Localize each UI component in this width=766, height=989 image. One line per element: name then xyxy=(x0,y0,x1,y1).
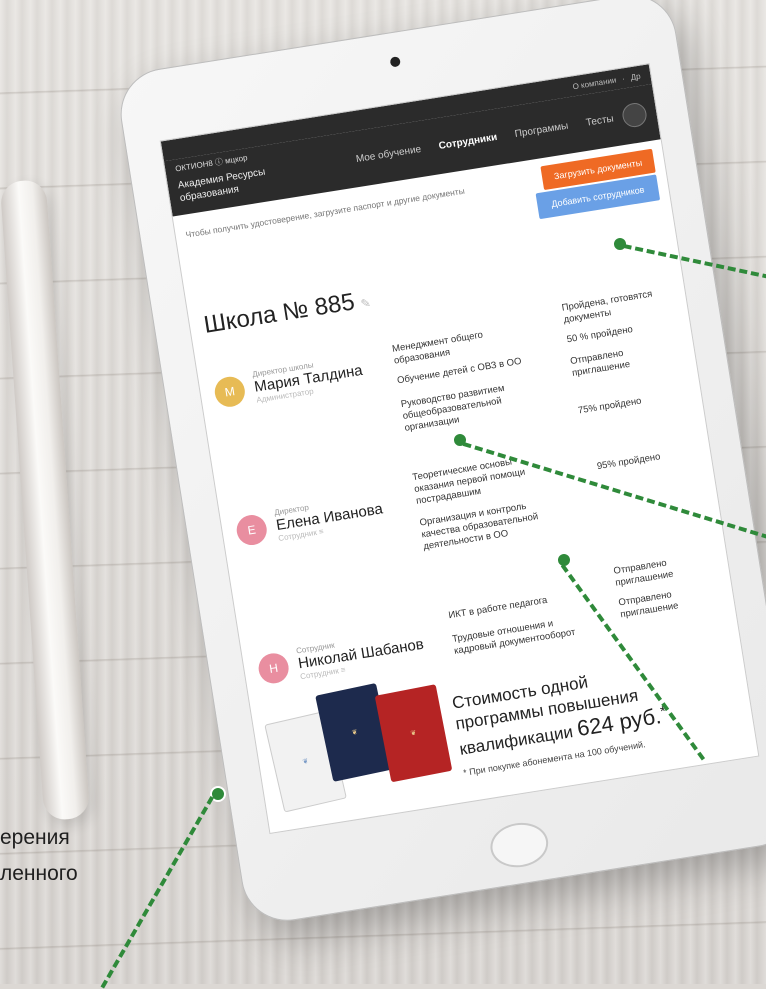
camera-icon xyxy=(389,56,401,68)
program-item[interactable]: Руководство развитием общеобразовательно… xyxy=(400,378,539,435)
avatar: Н xyxy=(256,650,291,685)
avatar: Е xyxy=(234,512,269,547)
side-caption-line1: ерения xyxy=(0,826,70,849)
staff-row-2[interactable]: Е Директор Елена Иванова Сотрудник ≡ xyxy=(234,492,385,550)
program-item[interactable]: Организация и контроль качества образова… xyxy=(419,497,558,554)
user-avatar[interactable] xyxy=(620,101,649,129)
tablet-screen: О компании · Др ОКТИОН8 ⓘ мцкор Академия… xyxy=(159,63,760,835)
price-block: Стоимость одной программы повышения квал… xyxy=(451,649,741,777)
nav-staff[interactable]: Сотрудники xyxy=(438,131,498,151)
program-item[interactable]: Трудовые отношения и кадровый документоо… xyxy=(451,613,588,658)
staff-row-1[interactable]: М Директор школы Мария Талдина Администр… xyxy=(212,353,365,411)
status-badge: 75% пройдено xyxy=(577,395,643,417)
avatar: М xyxy=(212,374,247,409)
topnav-link-other[interactable]: Др xyxy=(630,71,641,81)
school-title-text: Школа № 885 xyxy=(202,288,357,339)
status-badge: 95% пройдено xyxy=(596,451,662,473)
topnav-link-about[interactable]: О компании xyxy=(572,75,617,91)
status-badge: Отправлено приглашение xyxy=(569,347,631,379)
nav-programs[interactable]: Программы xyxy=(514,120,569,139)
school-title: Школа № 885 ✎ xyxy=(202,286,372,340)
nav-my-learning[interactable]: Мое обучение xyxy=(355,143,422,164)
home-button[interactable] xyxy=(487,818,552,872)
side-caption-line2: ленного xyxy=(0,862,78,885)
edit-pencil-icon[interactable]: ✎ xyxy=(360,296,372,311)
nav-tests[interactable]: Тесты xyxy=(585,113,614,128)
certificates-illustration: ❦ ❦ ❦ xyxy=(262,664,460,821)
